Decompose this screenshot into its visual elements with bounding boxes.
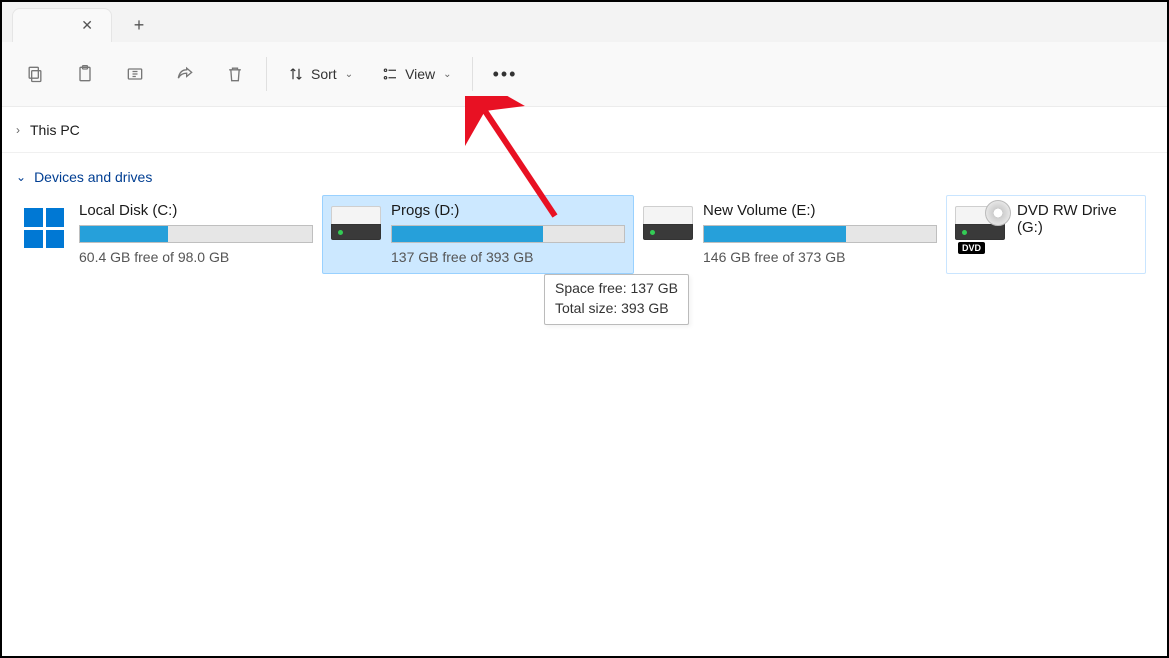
drives-row: Local Disk (C:) 60.4 GB free of 98.0 GB … [10,195,1161,274]
sort-label: Sort [311,66,337,82]
sort-icon [287,65,305,83]
section-header-devices[interactable]: ⌄ Devices and drives [10,163,1161,195]
drive-title: DVD RW Drive (G:) [1017,202,1137,236]
dvd-drive-icon: DVD [955,206,1007,252]
toolbar: Sort ⌄ View ⌄ ••• [2,42,1167,107]
tab[interactable]: ✕ [12,8,112,42]
more-menu[interactable]: ••• [479,52,532,96]
chevron-down-icon: ⌄ [16,170,26,184]
drive-title: Progs (D:) [391,202,625,219]
new-tab-button[interactable]: + [124,10,154,40]
share-button[interactable] [160,52,210,96]
windows-drive-icon [19,206,69,252]
rename-button[interactable] [110,52,160,96]
chevron-down-icon: ⌄ [443,69,451,80]
drive-item-g[interactable]: DVD DVD RW Drive (G:) [946,195,1146,274]
sort-menu[interactable]: Sort ⌄ [273,52,367,96]
drive-item-c[interactable]: Local Disk (C:) 60.4 GB free of 98.0 GB [10,195,322,274]
drive-title: Local Disk (C:) [79,202,313,219]
view-label: View [405,66,435,82]
tooltip-line: Space free: 137 GB [555,278,678,298]
copy-button[interactable] [10,52,60,96]
drive-title: New Volume (E:) [703,202,937,219]
tab-bar: ✕ + [2,2,1167,42]
drive-subtext: 60.4 GB free of 98.0 GB [79,249,313,265]
view-icon [381,65,399,83]
tooltip: Space free: 137 GB Total size: 393 GB [544,274,689,325]
drive-item-e[interactable]: New Volume (E:) 146 GB free of 373 GB [634,195,946,274]
delete-button[interactable] [210,52,260,96]
ellipsis-icon: ••• [493,64,518,85]
drive-subtext: 146 GB free of 373 GB [703,249,937,265]
drive-item-d[interactable]: Progs (D:) 137 GB free of 393 GB [322,195,634,274]
tooltip-line: Total size: 393 GB [555,298,678,318]
hdd-icon [331,206,381,252]
breadcrumb[interactable]: › This PC [2,107,1167,153]
hdd-icon [643,206,693,252]
view-menu[interactable]: View ⌄ [367,52,465,96]
capacity-bar [703,225,937,243]
capacity-bar [391,225,625,243]
capacity-bar [79,225,313,243]
close-icon[interactable]: ✕ [81,17,93,34]
breadcrumb-location[interactable]: This PC [30,122,80,138]
drive-subtext: 137 GB free of 393 GB [391,249,625,265]
section-title: Devices and drives [34,169,152,185]
chevron-down-icon: ⌄ [345,69,353,80]
chevron-right-icon: › [16,123,20,137]
content-area: ⌄ Devices and drives Local Disk (C:) 60.… [2,153,1167,274]
separator [472,57,473,91]
paste-button[interactable] [60,52,110,96]
separator [266,57,267,91]
